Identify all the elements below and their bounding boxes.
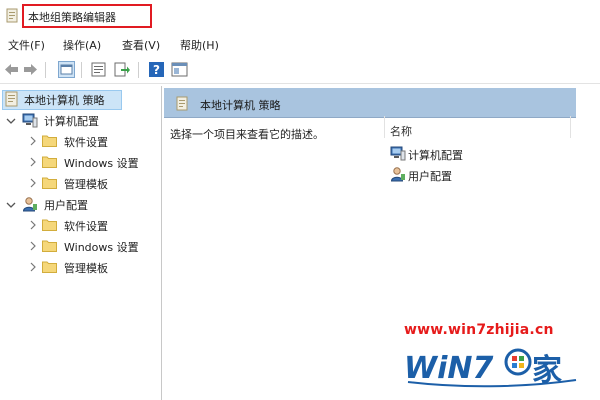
tree-item-label: 管理模板 bbox=[64, 178, 108, 191]
list-item-computer-config[interactable]: 计算机配置 bbox=[390, 145, 510, 163]
folder-icon bbox=[42, 219, 57, 231]
tree-item-user-config[interactable]: 用户配置 bbox=[4, 195, 154, 213]
watermark-url: www.win7zhijia.cn bbox=[404, 322, 554, 338]
chevron-right-icon[interactable] bbox=[28, 136, 38, 146]
chevron-right-icon[interactable] bbox=[28, 241, 38, 251]
folder-icon bbox=[42, 156, 57, 168]
tree-item-label: Windows 设置 bbox=[64, 157, 139, 170]
show-tree-icon[interactable] bbox=[58, 61, 75, 78]
help-icon[interactable]: ? bbox=[148, 61, 165, 78]
chevron-right-icon[interactable] bbox=[28, 178, 38, 188]
tree-item-label: Windows 设置 bbox=[64, 241, 139, 254]
tree-item-label: 软件设置 bbox=[64, 220, 108, 233]
column-divider bbox=[570, 116, 571, 138]
tree-item-user-admin-templates[interactable]: 管理模板 bbox=[28, 258, 158, 276]
tree-item-root[interactable]: 本地计算机 策略 bbox=[4, 90, 124, 108]
svg-text:WiN7: WiN7 bbox=[404, 351, 493, 386]
tree-item-computer-windows[interactable]: Windows 设置 bbox=[28, 153, 158, 171]
export-icon[interactable] bbox=[113, 61, 130, 78]
forward-icon[interactable] bbox=[22, 61, 39, 78]
column-header-name[interactable]: 名称 bbox=[390, 123, 412, 139]
tree-item-computer-admin-templates[interactable]: 管理模板 bbox=[28, 174, 158, 192]
tree-item-user-windows[interactable]: Windows 设置 bbox=[28, 237, 158, 255]
properties-icon[interactable] bbox=[90, 61, 107, 78]
tree-item-user-software[interactable]: 软件设置 bbox=[28, 216, 158, 234]
view-icon[interactable] bbox=[171, 61, 188, 78]
folder-icon bbox=[42, 240, 57, 252]
title-bar: 本地组策略编辑器 bbox=[0, 0, 600, 32]
chevron-down-icon[interactable] bbox=[6, 116, 16, 126]
toolbar: ? bbox=[0, 56, 600, 84]
list-item-label: 计算机配置 bbox=[408, 149, 463, 162]
user-icon bbox=[390, 167, 405, 182]
tree-item-label: 管理模板 bbox=[64, 262, 108, 275]
chevron-right-icon[interactable] bbox=[28, 220, 38, 230]
chevron-down-icon[interactable] bbox=[6, 200, 16, 210]
description-text: 选择一个项目来查看它的描述。 bbox=[170, 128, 324, 141]
list-item-user-config[interactable]: 用户配置 bbox=[390, 166, 510, 184]
menu-help[interactable]: 帮助(H) bbox=[180, 37, 219, 53]
menu-view[interactable]: 查看(V) bbox=[122, 37, 160, 53]
policy-document-icon bbox=[6, 8, 18, 23]
policy-document-icon bbox=[5, 91, 18, 107]
computer-icon bbox=[390, 146, 406, 161]
svg-text:?: ? bbox=[153, 63, 160, 77]
chevron-right-icon[interactable] bbox=[28, 262, 38, 272]
folder-icon bbox=[42, 261, 57, 273]
tree-item-computer-config[interactable]: 计算机配置 bbox=[4, 111, 154, 129]
toolbar-separator bbox=[45, 62, 46, 78]
toolbar-separator bbox=[138, 62, 139, 78]
menu-bar: 文件(F) 操作(A) 查看(V) 帮助(H) bbox=[0, 34, 600, 54]
tree-item-label: 本地计算机 策略 bbox=[24, 94, 105, 107]
list-item-label: 用户配置 bbox=[408, 170, 452, 183]
details-header-title: 本地计算机 策略 bbox=[200, 99, 281, 112]
window-title: 本地组策略编辑器 bbox=[28, 11, 116, 24]
column-divider bbox=[384, 116, 385, 138]
user-icon bbox=[22, 197, 37, 212]
tree-item-label: 计算机配置 bbox=[44, 115, 99, 128]
folder-icon bbox=[42, 177, 57, 189]
details-header: 本地计算机 策略 bbox=[164, 88, 576, 118]
policy-document-icon bbox=[176, 96, 188, 111]
chevron-right-icon[interactable] bbox=[28, 157, 38, 167]
tree-item-label: 用户配置 bbox=[44, 199, 88, 212]
folder-icon bbox=[42, 135, 57, 147]
menu-file[interactable]: 文件(F) bbox=[8, 37, 45, 53]
back-icon[interactable] bbox=[3, 61, 20, 78]
watermark-logo: WiN7 家 bbox=[404, 348, 577, 388]
computer-icon bbox=[22, 113, 38, 128]
tree-item-label: 软件设置 bbox=[64, 136, 108, 149]
tree-pane: 本地计算机 策略 计算机配置 软件设置 Windows 设置 管理模板 用户配置… bbox=[0, 86, 162, 400]
tree-item-computer-software[interactable]: 软件设置 bbox=[28, 132, 158, 150]
menu-action[interactable]: 操作(A) bbox=[63, 37, 101, 53]
toolbar-separator bbox=[81, 62, 82, 78]
